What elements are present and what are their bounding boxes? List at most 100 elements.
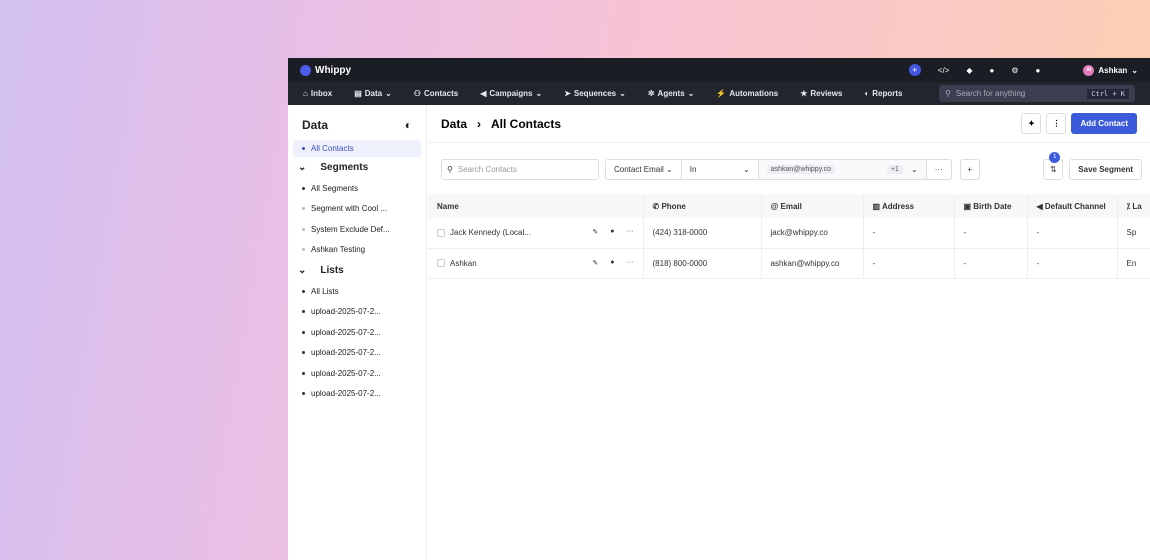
column-header[interactable]: ▣ Birth Date xyxy=(954,194,1028,218)
nav-campaigns[interactable]: ◀ Campaigns ⌄ xyxy=(480,89,542,98)
sidebar: Data ◐ All Contacts ⌄ Segments All Segment… xyxy=(288,105,427,560)
sidebar-item[interactable]: All Lists xyxy=(288,281,426,302)
filter-more-button[interactable]: ··· xyxy=(927,160,951,179)
agents-icon: ✲ xyxy=(647,89,655,98)
table-cell: - xyxy=(954,218,1028,249)
global-search-input[interactable]: ⚲ Search for anything Ctrl + K xyxy=(939,85,1135,102)
sidebar-item[interactable]: upload-2025-07-2... xyxy=(288,343,426,364)
help-icon[interactable]: ● xyxy=(990,66,995,75)
row-checkbox[interactable] xyxy=(437,259,445,268)
table-cell: - xyxy=(954,248,1028,279)
sidebar-item[interactable]: upload-2025-07-2... xyxy=(288,384,426,405)
column-header[interactable]: ⁒ La xyxy=(1117,194,1150,218)
message-icon[interactable]: ● xyxy=(610,228,614,236)
sidebar-item[interactable]: Segment with Cool ... xyxy=(288,199,426,220)
column-header[interactable]: ✆ Phone xyxy=(643,194,762,218)
collapse-sidebar-icon[interactable]: ◐ xyxy=(405,118,412,132)
column-icon: @ xyxy=(770,201,781,211)
table-cell: Sp xyxy=(1117,218,1150,249)
table-cell: (818) 800-0000 xyxy=(643,248,762,279)
table-row[interactable]: Ashkan ✎ ● ··· (818) 800-0000 ashkan@whippy.c… xyxy=(428,248,1150,279)
nav-inbox[interactable]: ⌂ Inbox xyxy=(303,89,332,98)
more-icon[interactable]: ··· xyxy=(627,259,634,267)
more-icon[interactable]: ··· xyxy=(627,228,634,236)
reviews-icon: ★ xyxy=(800,89,808,98)
column-icon: ◀ xyxy=(1036,201,1045,211)
automations-icon: ⚡ xyxy=(716,89,727,98)
search-icon: ⚲ xyxy=(447,164,453,174)
sidebar-item[interactable]: upload-2025-07-2... xyxy=(288,322,426,343)
table-cell: jack@whippy.co xyxy=(761,218,864,249)
chevron-down-icon: ⌄ xyxy=(298,265,307,276)
code-icon[interactable]: </> xyxy=(938,66,950,75)
app-window: Whippy + </> ◆ ● ⚙ ● AI Ashkan ⌄ ⌂ Inbox ▤ Da… xyxy=(288,58,1150,560)
campaigns-icon: ◀ xyxy=(480,89,487,98)
chevron-down-icon: ⌄ xyxy=(298,162,307,173)
edit-icon[interactable]: ✎ xyxy=(592,228,598,236)
add-filter-button[interactable]: + xyxy=(959,158,980,180)
table-cell[interactable]: Jack Kennedy (Local... ✎ ● ··· xyxy=(428,218,644,249)
main-nav: ⌂ Inbox ▤ Data ⌄ ⚇ Contacts ◀ Campaigns ⌄ ➤ Sequenc… xyxy=(288,82,1150,105)
plus-icon[interactable]: + xyxy=(908,64,921,76)
filter-value-select[interactable]: ashkan@whippy.co +1 ⌄ xyxy=(758,159,927,179)
table-row[interactable]: Jack Kennedy (Local... ✎ ● ··· (424) 318-000… xyxy=(428,218,1150,249)
lists-header[interactable]: ⌄ Lists xyxy=(288,260,426,281)
chevron-right-icon: › xyxy=(477,116,482,131)
nav-agents[interactable]: ✲ Agents ⌄ xyxy=(648,89,695,98)
sort-button[interactable]: ⇅ 1 xyxy=(1043,151,1064,180)
sidebar-item[interactable]: System Exclude Def... xyxy=(288,219,426,240)
sort-badge: 1 xyxy=(1049,151,1061,163)
chevron-down-icon: ⌄ xyxy=(1131,65,1138,75)
nav-data[interactable]: ▤ Data ⌄ xyxy=(354,89,392,98)
column-header[interactable]: ◀ Default Channel xyxy=(1027,194,1118,218)
column-header[interactable]: ▥ Address xyxy=(863,194,955,218)
chevron-down-icon: ⌄ xyxy=(385,89,392,98)
sidebar-item[interactable]: upload-2025-07-2... xyxy=(288,363,426,384)
filter-group: Contact Email ⌄ In ⌄ ashkan@whippy.co +1 ⌄… xyxy=(605,158,952,180)
page-title: All Contacts xyxy=(491,116,562,131)
table-cell: En xyxy=(1117,248,1150,279)
nav-sequences[interactable]: ➤ Sequences ⌄ xyxy=(564,89,626,98)
row-checkbox[interactable] xyxy=(437,229,445,238)
column-icon: ▣ xyxy=(963,201,974,211)
search-icon: ⚲ xyxy=(945,89,951,98)
column-header[interactable]: Name xyxy=(428,194,644,218)
table-cell: - xyxy=(1027,248,1118,279)
breadcrumb-data[interactable]: Data xyxy=(441,117,467,131)
chevron-down-icon: ⌄ xyxy=(687,89,695,98)
nav-contacts[interactable]: ⚇ Contacts xyxy=(414,89,458,98)
megaphone-icon[interactable]: ◆ xyxy=(966,66,972,75)
column-header[interactable]: @ Email xyxy=(761,194,864,218)
chevron-down-icon: ⌄ xyxy=(535,89,543,98)
nav-reports[interactable]: ◐ Reports xyxy=(864,89,902,98)
table-cell[interactable]: Ashkan ✎ ● ··· xyxy=(428,248,644,279)
contacts-icon: ⚇ xyxy=(413,89,421,98)
sidebar-item[interactable]: All Segments xyxy=(288,178,426,199)
table-cell: - xyxy=(863,218,955,249)
message-icon[interactable]: ● xyxy=(610,259,614,267)
bell-icon[interactable]: ● xyxy=(1036,66,1041,75)
pin-button[interactable]: ✦ xyxy=(1021,113,1042,134)
table-cell: (424) 318-0000 xyxy=(643,218,762,249)
logo[interactable]: Whippy xyxy=(300,64,351,76)
search-contacts-input[interactable]: ⚲ Search Contacts xyxy=(441,158,599,180)
user-menu[interactable]: AI Ashkan ⌄ xyxy=(1083,64,1138,76)
nav-automations[interactable]: ⚡ Automations xyxy=(716,89,778,98)
sidebar-item[interactable]: Ashkan Testing xyxy=(288,240,426,261)
sidebar-item-all-contacts[interactable]: All Contacts xyxy=(293,140,421,157)
nav-reviews[interactable]: ★ Reviews xyxy=(800,89,842,98)
chevron-down-icon: ⌄ xyxy=(619,89,626,98)
sidebar-item[interactable]: upload-2025-07-2... xyxy=(288,302,426,323)
more-vertical-button[interactable]: ⋮ xyxy=(1046,113,1067,134)
settings-icon[interactable]: ⚙ xyxy=(1011,66,1018,75)
reports-icon: ◐ xyxy=(864,89,870,98)
add-contact-button[interactable]: Add Contact xyxy=(1071,113,1137,134)
save-segment-button[interactable]: Save Segment xyxy=(1069,158,1142,180)
edit-icon[interactable]: ✎ xyxy=(592,259,598,267)
segments-header[interactable]: ⌄ Segments xyxy=(288,157,426,178)
filter-field-select[interactable]: Contact Email ⌄ xyxy=(606,159,682,179)
filter-operator-select[interactable]: In ⌄ xyxy=(682,159,759,179)
avatar: AI xyxy=(1083,64,1095,76)
whippy-logo-icon xyxy=(300,64,311,76)
column-icon: ▥ xyxy=(872,201,882,211)
